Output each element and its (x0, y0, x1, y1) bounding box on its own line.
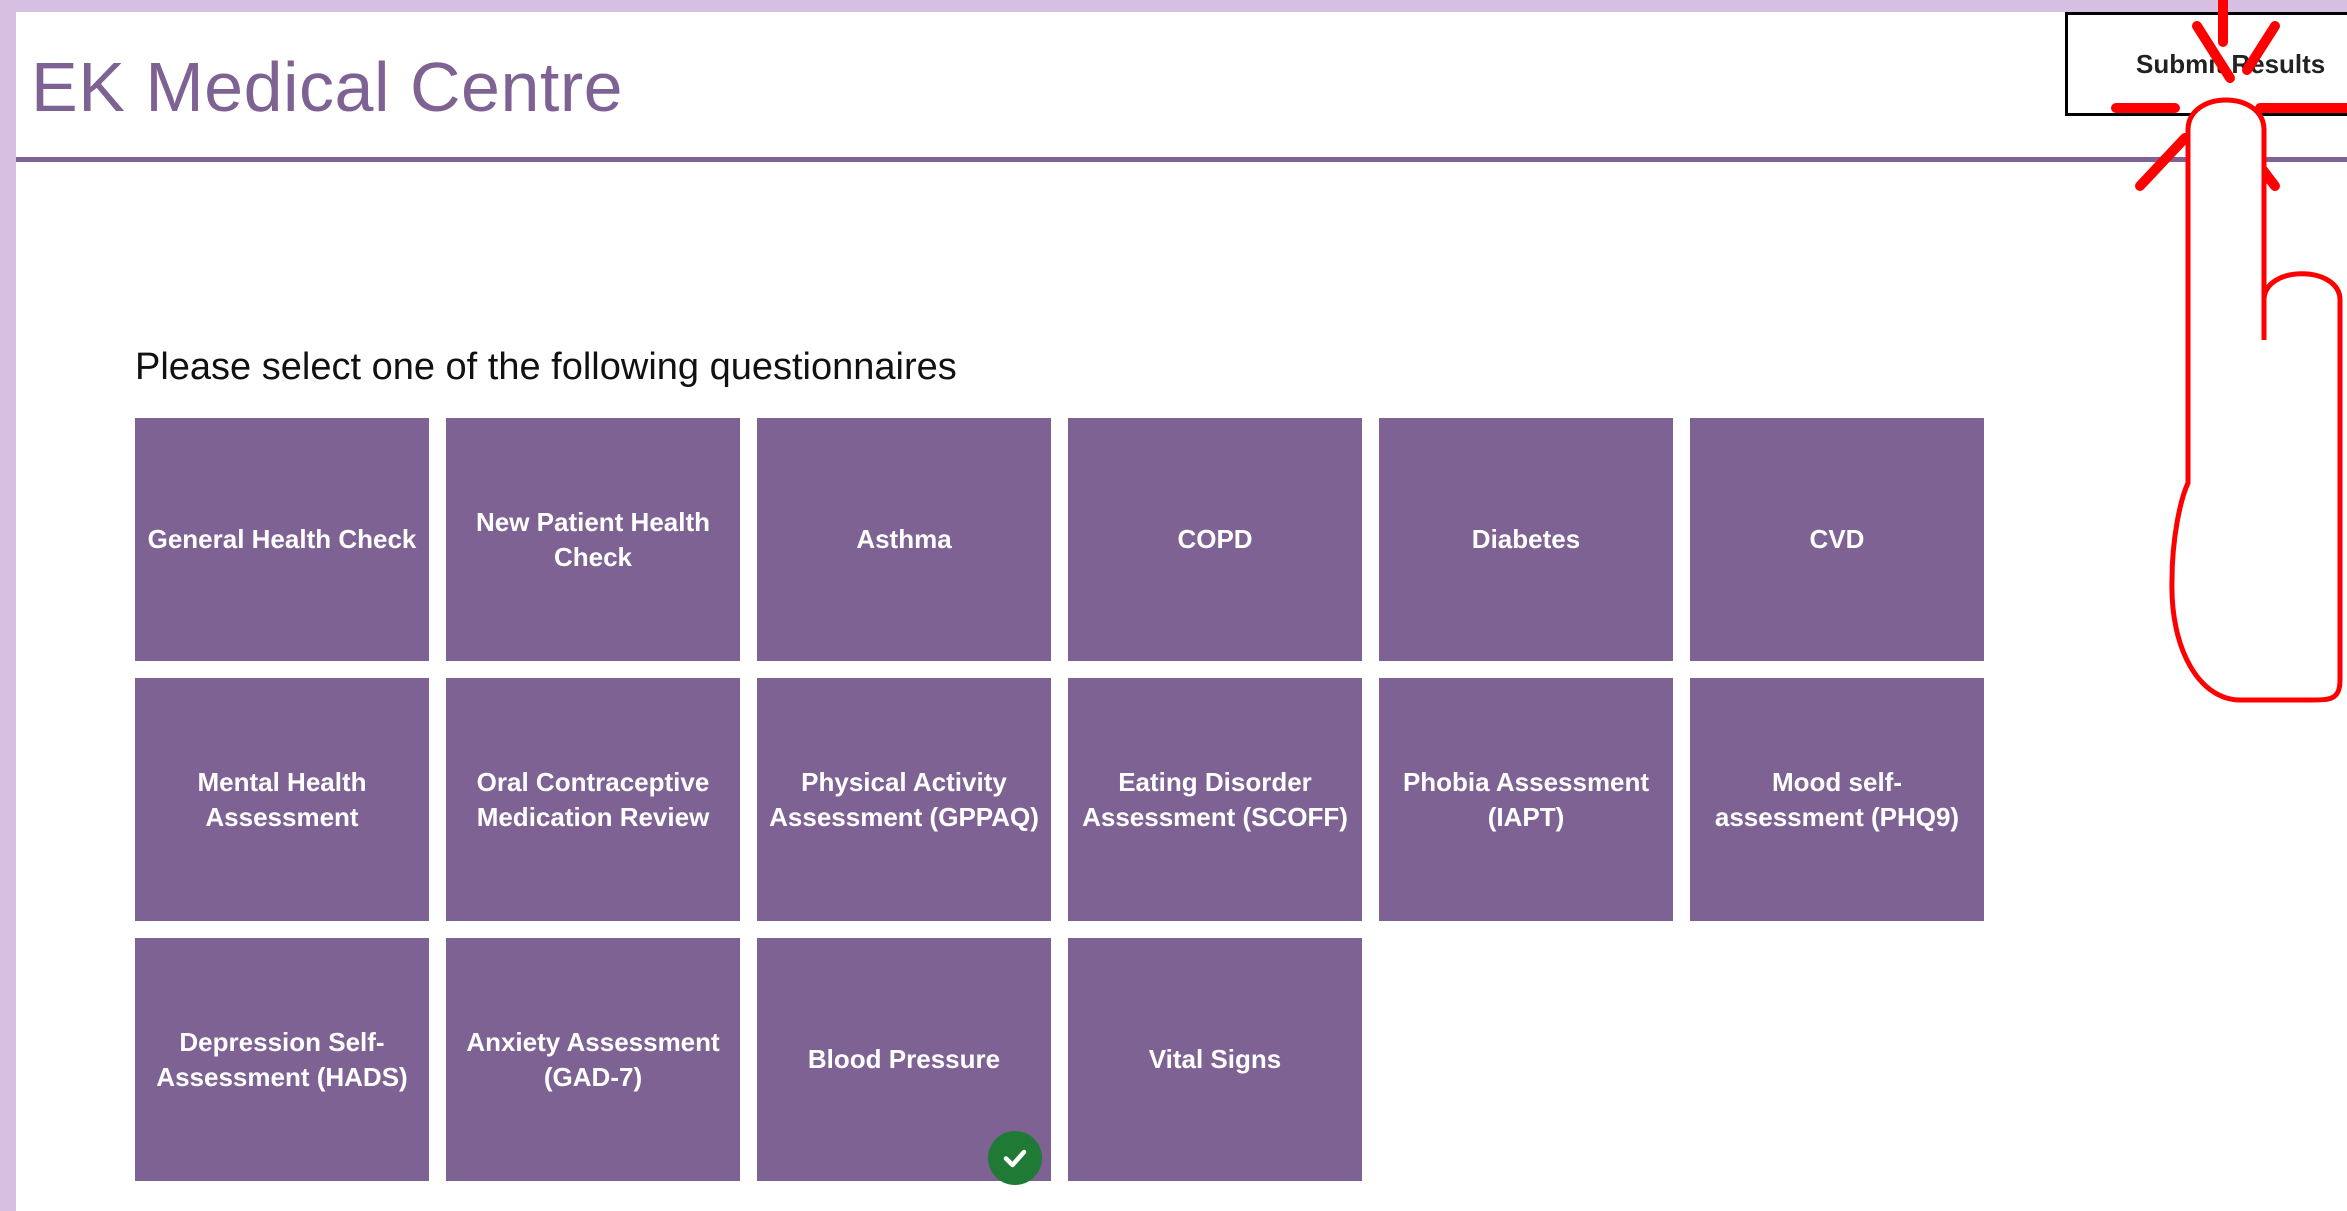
tile-cvd[interactable]: CVD (1690, 418, 1984, 661)
tile-label: Asthma (856, 524, 952, 554)
tile-vital-signs[interactable]: Vital Signs (1068, 938, 1362, 1181)
tile-depression-self-assessment[interactable]: Depression Self-Assessment (HADS) (135, 938, 429, 1181)
tile-label: Phobia Assessment (IAPT) (1402, 766, 1650, 832)
tile-anxiety-assessment[interactable]: Anxiety Assessment (GAD-7) (446, 938, 740, 1181)
tile-asthma[interactable]: Asthma (757, 418, 1051, 661)
tile-new-patient-health-check[interactable]: New Patient Health Check (446, 418, 740, 661)
tile-label: Oral Contraceptive Medication Review (476, 766, 710, 832)
tile-label: General Health Check (147, 524, 417, 554)
tile-phobia-assessment[interactable]: Phobia Assessment (IAPT) (1379, 678, 1673, 921)
tile-mood-self-assessment[interactable]: Mood self-assessment (PHQ9) (1690, 678, 1984, 921)
tile-label: Depression Self-Assessment (HADS) (156, 1026, 408, 1092)
tile-label: Blood Pressure (807, 1044, 1001, 1074)
tile-oral-contraceptive-medication-review[interactable]: Oral Contraceptive Medication Review (446, 678, 740, 921)
tile-physical-activity-assessment[interactable]: Physical Activity Assessment (GPPAQ) (757, 678, 1051, 921)
tile-label: Vital Signs (1148, 1044, 1282, 1074)
submit-results-button[interactable]: Submit Results (2065, 12, 2347, 116)
tile-general-health-check[interactable]: General Health Check (135, 418, 429, 661)
tile-label: New Patient Health Check (475, 506, 711, 572)
tile-label: Eating Disorder Assessment (SCOFF) (1082, 766, 1348, 832)
tile-label: Diabetes (1471, 524, 1581, 554)
questionnaire-prompt: Please select one of the following quest… (135, 346, 957, 388)
page-title: EK Medical Centre (31, 48, 624, 126)
tile-label: COPD (1177, 524, 1253, 554)
tile-eating-disorder-assessment[interactable]: Eating Disorder Assessment (SCOFF) (1068, 678, 1362, 921)
tile-label: CVD (1809, 524, 1865, 554)
tile-label: Mental Health Assessment (197, 766, 367, 832)
app-window: EK Medical Centre Please select one of t… (16, 12, 2347, 1211)
check-circle-icon (988, 1131, 1042, 1185)
tile-diabetes[interactable]: Diabetes (1379, 418, 1673, 661)
tile-label: Anxiety Assessment (GAD-7) (466, 1026, 720, 1092)
tile-label: Physical Activity Assessment (GPPAQ) (769, 766, 1039, 832)
tile-mental-health-assessment[interactable]: Mental Health Assessment (135, 678, 429, 921)
tile-label: Mood self-assessment (PHQ9) (1714, 766, 1960, 832)
header: EK Medical Centre (16, 12, 2347, 162)
tile-copd[interactable]: COPD (1068, 418, 1362, 661)
